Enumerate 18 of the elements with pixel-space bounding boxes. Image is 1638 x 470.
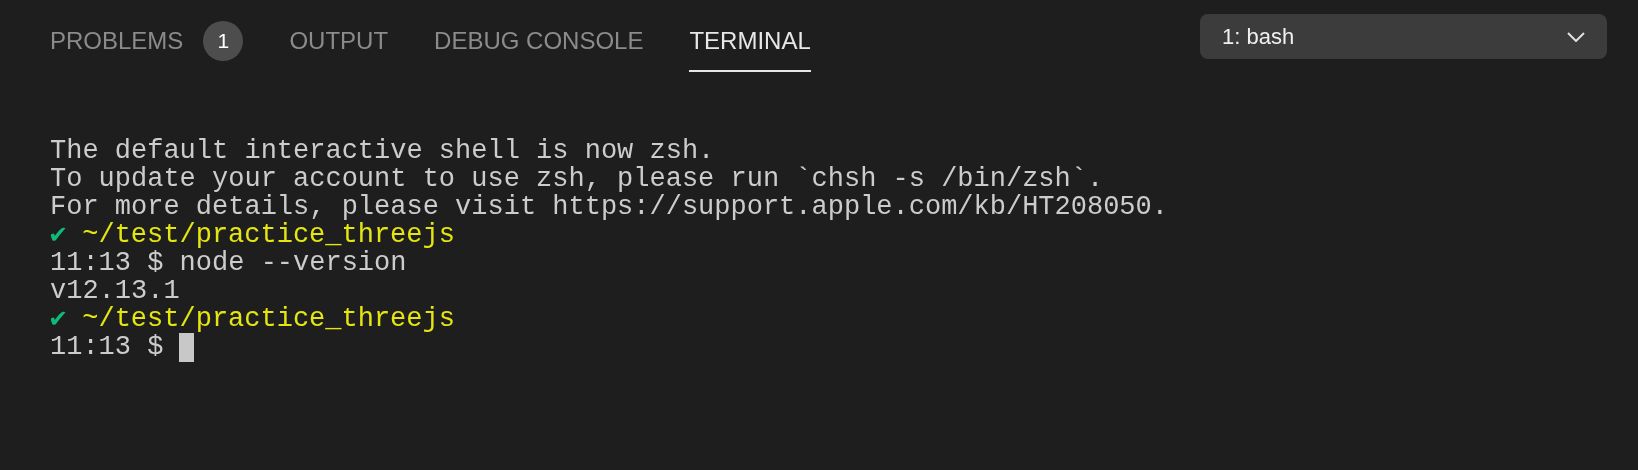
prompt-path: ~/test/practice_threejs (82, 221, 455, 249)
panel-tab[interactable]: PROBLEMS 1 (50, 20, 244, 72)
terminal-line: 11:13 $ node --version (50, 249, 407, 277)
problem-count: 1 (203, 21, 244, 61)
terminal-line: To update your account to use zsh, please run `chsh -s /bin/zsh`. (50, 165, 1104, 193)
prompt-path: ~/test/practice_threejs (82, 305, 455, 333)
terminal-select[interactable]: 1: bash (1200, 14, 1607, 59)
panel-tab[interactable]: TERMINAL (689, 20, 811, 72)
terminal-line: 11:13 $ (50, 333, 164, 361)
terminal-line: For more details, please visit https://support.apple.com/kb/HT208050. (50, 193, 1168, 221)
terminal-cursor (179, 332, 195, 362)
success-mark: ✔ (50, 305, 67, 333)
terminal-line: The default interactive shell is now zsh. (50, 137, 715, 165)
terminal-line: v12.13.1 (50, 277, 180, 305)
panel-tab[interactable]: DEBUG CONSOLE (434, 20, 644, 72)
success-mark: ✔ (50, 221, 67, 249)
chevron-down-icon (1567, 31, 1585, 42)
panel-tab[interactable]: OUTPUT (289, 20, 389, 72)
